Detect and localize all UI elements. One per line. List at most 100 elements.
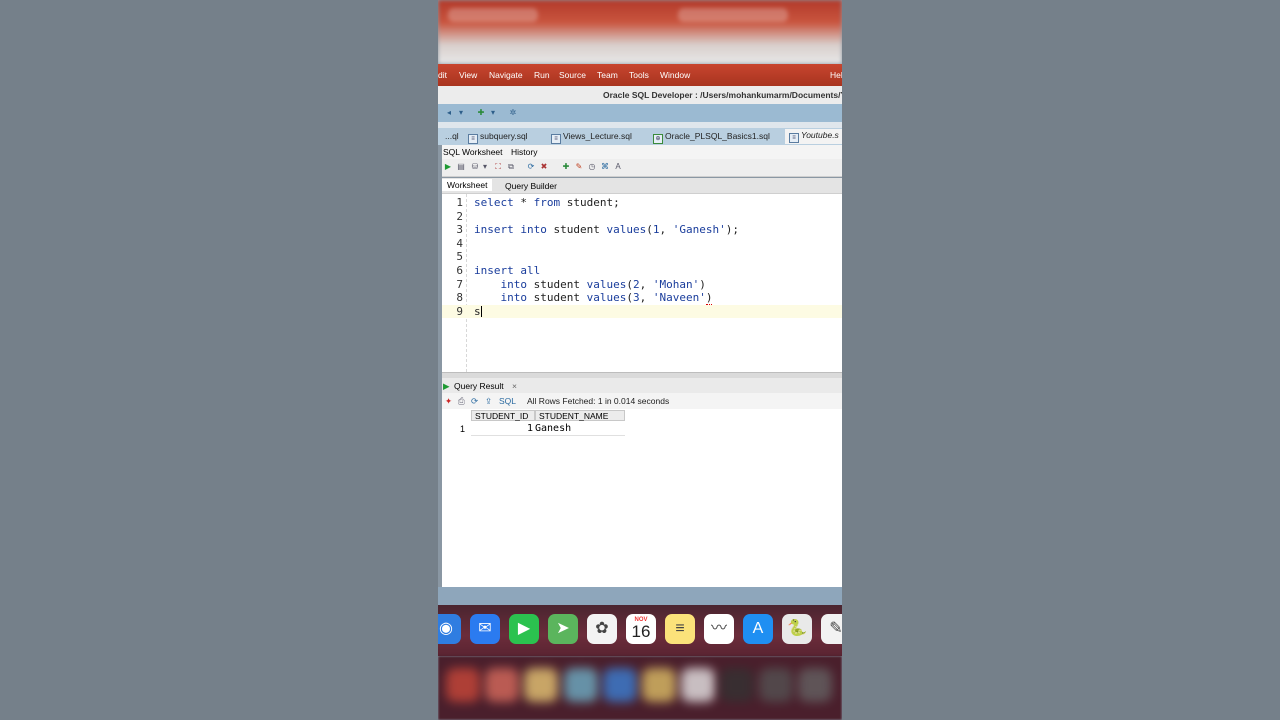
close-icon[interactable]: × (512, 381, 517, 391)
facetime-icon[interactable]: ▶ (509, 614, 539, 644)
menu-run[interactable]: Run (534, 70, 550, 80)
back-icon[interactable]: ◂ (444, 108, 454, 118)
rollback-icon[interactable]: ⛶ (493, 162, 503, 172)
notes-icon[interactable]: ≡ (665, 614, 695, 644)
pin-icon[interactable]: ✦ (445, 396, 452, 407)
case-toggle-icon[interactable]: A (613, 162, 623, 172)
menu-window[interactable]: Window (660, 70, 690, 80)
eraser-icon[interactable]: ✎ (574, 162, 584, 172)
line-number: 5 (456, 250, 463, 264)
editor-line[interactable]: 5 (442, 250, 842, 264)
line-number: 6 (456, 264, 463, 277)
dropdown-icon[interactable]: ▾ (456, 108, 466, 118)
tab-query-builder[interactable]: Query Builder (505, 181, 557, 191)
result-grid: STUDENT_ID STUDENT_NAME 1 1 Ganesh (442, 409, 842, 587)
autotrace-icon[interactable]: ⟳ (526, 162, 536, 172)
code-token: ) (705, 291, 713, 306)
tab-worksheet[interactable]: Worksheet (442, 179, 493, 191)
commit-icon[interactable]: ⛁ (470, 162, 480, 172)
code-token: 'Ganesh' (672, 223, 726, 237)
sql-link[interactable]: SQL (499, 396, 516, 406)
tab-query-result[interactable]: Query Result (454, 381, 504, 391)
sql-tuning-icon[interactable]: ✚ (561, 162, 571, 172)
tab-partial-sql[interactable]: ...ql (445, 131, 459, 141)
file-tabs: ...ql ≡ subquery.sql ≡ Views_Lecture.sql ⊕… (438, 128, 842, 145)
textedit-icon[interactable]: ✎ (821, 614, 842, 644)
connection-icon: ⊕ (653, 134, 663, 144)
explain-plan-icon[interactable]: ⧉ (506, 162, 516, 172)
run-statement-icon[interactable]: ▶ (443, 162, 453, 172)
menu-source[interactable]: Source (559, 70, 586, 80)
clear-icon[interactable]: ✖ (539, 162, 549, 172)
editor-line[interactable]: 3 insert into student values(1, 'Ganesh')… (442, 223, 842, 237)
tab-oracle-plsql-basics[interactable]: ⊕ Oracle_PLSQL_Basics1.sql (653, 131, 770, 144)
tab-subquery[interactable]: ≡ subquery.sql (468, 131, 528, 144)
calendar-icon[interactable]: NOV 16 (626, 614, 656, 644)
row-divider (471, 435, 625, 436)
worksheet-mode-tabs: Worksheet Query Builder (442, 178, 842, 194)
run-script-icon[interactable]: ▤ (456, 162, 466, 172)
code-token: 2 (632, 277, 640, 291)
menu-view[interactable]: View (459, 70, 477, 80)
menu-tools[interactable]: Tools (629, 70, 649, 80)
menu-navigate[interactable]: Navigate (489, 70, 523, 80)
format-icon[interactable]: ⌘ (600, 162, 610, 172)
tab-youtube[interactable]: ≡ Youtube.s (785, 129, 842, 144)
menu-help[interactable]: Hel (830, 70, 842, 80)
editor-line[interactable]: 9s (442, 304, 842, 319)
blurred-bottom-background (438, 656, 842, 720)
sql-file-icon: ≡ (551, 134, 561, 144)
line-number: 4 (456, 236, 463, 250)
editor-line[interactable]: 8 into student values(3, 'Naveen') (442, 291, 842, 306)
editor-line[interactable]: 1 select * from student; (442, 196, 842, 210)
column-header-student-name[interactable]: STUDENT_NAME (535, 410, 625, 421)
line-code: insert all (474, 264, 540, 278)
history-icon[interactable]: ◷ (587, 162, 597, 172)
maps-icon[interactable]: ➤ (548, 614, 578, 644)
photos-icon[interactable]: ✿ (587, 614, 617, 644)
line-code: into student values(3, 'Naveen') (474, 291, 713, 306)
cell-student-name[interactable]: Ganesh (535, 423, 571, 435)
line-number: 7 (456, 277, 463, 291)
tab-history[interactable]: History (511, 147, 537, 157)
tab-views-lecture[interactable]: ≡ Views_Lecture.sql (551, 131, 632, 144)
print-icon[interactable]: ⎙ (458, 396, 465, 407)
python-icon[interactable]: 🐍 (782, 614, 812, 644)
code-token: , (639, 291, 653, 305)
code-token: values (586, 277, 627, 291)
dropdown-icon[interactable]: ▾ (480, 162, 490, 172)
line-number: 2 (456, 209, 463, 223)
editor-line[interactable]: 2 (442, 210, 842, 224)
safari-icon[interactable]: ◉ (438, 614, 461, 644)
code-token: 'Mohan' (652, 277, 700, 291)
code-token: insert all (474, 264, 541, 277)
code-token: * (513, 196, 534, 209)
line-number: 9 (456, 304, 463, 318)
column-header-student-id[interactable]: STUDENT_ID (471, 410, 535, 421)
row-number: 1 (460, 424, 466, 434)
sql-editor[interactable]: 1 select * from student; 2 3 insert into stu… (442, 194, 842, 372)
code-token: 'Naveen' (652, 291, 706, 305)
tab-sql-worksheet[interactable]: SQL Worksheet (443, 147, 503, 157)
freeform-icon[interactable]: 〰 (704, 614, 734, 644)
app-store-icon[interactable]: A (743, 614, 773, 644)
debug-icon[interactable]: ✲ (508, 108, 518, 118)
sql-file-icon: ≡ (789, 133, 799, 143)
mail-icon[interactable]: ✉ (470, 614, 500, 644)
editor-line[interactable]: 6 insert all (442, 264, 842, 278)
dropdown-icon[interactable]: ▾ (488, 108, 498, 118)
export-icon[interactable]: ⇪ (485, 396, 492, 407)
editor-line[interactable]: 4 (442, 237, 842, 251)
blurred-top-background (438, 0, 842, 64)
code-token: into (500, 291, 528, 305)
code-token: student (527, 291, 587, 305)
refresh-icon[interactable]: ⟳ (471, 396, 478, 407)
menu-team[interactable]: Team (597, 70, 618, 80)
cell-student-id[interactable]: 1 (471, 423, 533, 435)
editor-line[interactable]: 7 into student values(2, 'Mohan') (442, 278, 842, 292)
menu-edit[interactable]: dit (438, 70, 447, 80)
window-titlebar: Oracle SQL Developer : /Users/mohankumar… (438, 86, 842, 105)
line-code: insert into student values(1, 'Ganesh'); (474, 223, 739, 237)
run-target-icon[interactable]: ✚ (476, 108, 486, 118)
